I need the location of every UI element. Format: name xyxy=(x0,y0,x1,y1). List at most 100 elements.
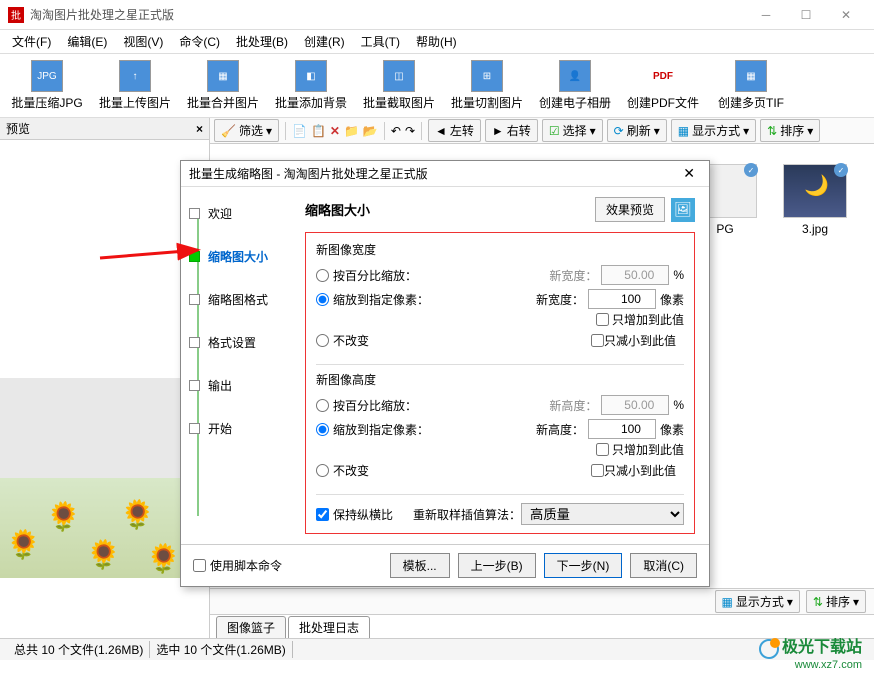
width-percent-unit: % xyxy=(673,268,684,282)
width-percent-input[interactable] xyxy=(601,265,669,285)
wizard-content: 缩略图大小 效果预览 🖼 新图像宽度 按百分比缩放： 新宽度： % xyxy=(291,187,709,544)
tool-icon[interactable]: ↷ xyxy=(405,124,415,138)
tool-merge[interactable]: ▦批量合并图片 xyxy=(182,56,264,115)
view-mode-button[interactable]: ▦ 显示方式 ▾ xyxy=(671,119,756,142)
dialog-footer: 使用脚本命令 模板... 上一步(B) 下一步(N) 取消(C) xyxy=(181,544,709,586)
thumbnail-dialog: 批量生成缩略图 - 淘淘图片批处理之星正式版 ✕ 欢迎 缩略图大小 缩略图格式 … xyxy=(180,160,710,587)
tool-pdf[interactable]: PDF创建PDF文件 xyxy=(622,56,704,115)
next-button[interactable]: 下一步(N) xyxy=(544,553,623,578)
tool-tif[interactable]: ▦创建多页TIF xyxy=(710,56,792,115)
wizard-step-output[interactable]: 输出 xyxy=(189,377,283,394)
app-icon: 批 xyxy=(8,7,24,23)
tool-icon[interactable]: 📂 xyxy=(363,124,378,138)
width-group-title: 新图像宽度 xyxy=(316,241,684,258)
menu-file[interactable]: 文件(F) xyxy=(4,33,59,50)
badge-icon: ✓ xyxy=(834,163,848,177)
height-percent-input[interactable] xyxy=(601,395,669,415)
size-settings-box: 新图像宽度 按百分比缩放： 新宽度： % 缩放到指定像素： 新宽度： 像素 xyxy=(305,232,695,534)
height-group-title: 新图像高度 xyxy=(316,371,684,388)
refresh-button[interactable]: ⟳ 刷新 ▾ xyxy=(607,119,667,142)
height-radio-pixel[interactable]: 缩放到指定像素： xyxy=(316,421,429,438)
resample-select[interactable]: 高质量 xyxy=(521,503,684,525)
menu-create[interactable]: 创建(R) xyxy=(296,33,353,50)
thumbnail-label: PG xyxy=(716,222,733,236)
wizard-step-format-settings[interactable]: 格式设置 xyxy=(189,334,283,351)
close-button[interactable]: ✕ xyxy=(826,1,866,29)
rotate-left-button[interactable]: ◄ 左转 xyxy=(428,119,481,142)
rotate-right-button[interactable]: ► 右转 xyxy=(485,119,538,142)
tab-basket[interactable]: 图像篮子 xyxy=(216,616,286,638)
wizard-nav: 欢迎 缩略图大小 缩略图格式 格式设置 输出 开始 xyxy=(181,187,291,544)
tool-icon[interactable]: 📁 xyxy=(344,124,359,138)
view-mode-button-2[interactable]: ▦ 显示方式 ▾ xyxy=(715,590,800,613)
tool-icon[interactable]: ↶ xyxy=(391,124,401,138)
cancel-button[interactable]: 取消(C) xyxy=(630,553,697,578)
preview-body: 神奇网页图片下载 xyxy=(0,140,209,638)
branding-logo-icon xyxy=(759,639,779,659)
width-only-decrease-checkbox[interactable]: 只减小到此值 xyxy=(591,332,676,349)
badge-icon: ✓ xyxy=(744,163,758,177)
preview-title: 预览 xyxy=(6,120,196,137)
dialog-title: 批量生成缩略图 - 淘淘图片批处理之星正式版 xyxy=(189,165,677,182)
preview-close-icon[interactable]: × xyxy=(196,122,203,136)
template-button[interactable]: 模板... xyxy=(390,553,450,578)
effect-preview-button[interactable]: 效果预览 xyxy=(595,197,665,222)
height-pixel-input[interactable] xyxy=(588,419,656,439)
width-pixel-label: 新宽度： xyxy=(536,291,584,308)
preview-image xyxy=(0,378,180,578)
delete-icon[interactable]: ✕ xyxy=(330,124,340,138)
branding: 极光下载站 www.xz7.com xyxy=(759,633,862,671)
height-only-decrease-checkbox[interactable]: 只减小到此值 xyxy=(591,462,676,479)
menu-view[interactable]: 视图(V) xyxy=(115,33,171,50)
tool-icon[interactable]: 📋 xyxy=(311,124,326,138)
content-toolbar-bottom: ▦ 显示方式 ▾ ⇅ 排序 ▾ xyxy=(210,588,874,614)
tab-log[interactable]: 批处理日志 xyxy=(288,616,370,638)
resample-label: 重新取样插值算法： xyxy=(413,506,521,523)
dialog-close-icon[interactable]: ✕ xyxy=(677,165,701,182)
width-pixel-input[interactable] xyxy=(588,289,656,309)
sort-button-2[interactable]: ⇅ 排序 ▾ xyxy=(806,590,866,613)
height-radio-nochange[interactable]: 不改变 xyxy=(316,462,369,479)
wizard-step-format[interactable]: 缩略图格式 xyxy=(189,291,283,308)
preview-icon[interactable]: 🖼 xyxy=(671,198,695,222)
tool-album[interactable]: 👤创建电子相册 xyxy=(534,56,616,115)
tool-upload[interactable]: ↑批量上传图片 xyxy=(94,56,176,115)
keep-ratio-checkbox[interactable]: 保持纵横比 xyxy=(316,506,393,523)
statusbar: 总共 10 个文件(1.26MB) 选中 10 个文件(1.26MB) xyxy=(0,638,874,660)
filter-button[interactable]: 🧹筛选 ▾ xyxy=(214,119,279,142)
menu-edit[interactable]: 编辑(E) xyxy=(59,33,115,50)
tool-icon[interactable]: 📄 xyxy=(292,124,307,138)
use-script-checkbox[interactable]: 使用脚本命令 xyxy=(193,557,282,574)
width-radio-pixel[interactable]: 缩放到指定像素： xyxy=(316,291,429,308)
sort-button[interactable]: ⇅ 排序 ▾ xyxy=(760,119,820,142)
height-only-increase-checkbox[interactable]: 只增加到此值 xyxy=(596,441,684,458)
minimize-button[interactable]: ─ xyxy=(746,1,786,29)
menu-command[interactable]: 命令(C) xyxy=(171,33,228,50)
wizard-step-start[interactable]: 开始 xyxy=(189,420,283,437)
content-toolbar: 🧹筛选 ▾ 📄 📋 ✕ 📁 📂 ↶ ↷ ◄ 左转 ► 右转 ☑ 选择 ▾ ⟳ 刷… xyxy=(210,118,874,144)
wizard-step-size[interactable]: 缩略图大小 xyxy=(189,248,283,265)
maximize-button[interactable]: ☐ xyxy=(786,1,826,29)
menu-tools[interactable]: 工具(T) xyxy=(353,33,408,50)
height-radio-percent[interactable]: 按百分比缩放： xyxy=(316,397,417,414)
thumbnail-label: 3.jpg xyxy=(802,222,828,236)
wizard-step-welcome[interactable]: 欢迎 xyxy=(189,205,283,222)
width-radio-percent[interactable]: 按百分比缩放： xyxy=(316,267,417,284)
menu-batch[interactable]: 批处理(B) xyxy=(228,33,296,50)
height-group: 新图像高度 按百分比缩放： 新高度： % 缩放到指定像素： 新高度： 像素 xyxy=(316,371,684,482)
select-button[interactable]: ☑ 选择 ▾ xyxy=(542,119,603,142)
height-pixel-label: 新高度： xyxy=(536,421,584,438)
thumbnail-item[interactable]: ✓ 3.jpg xyxy=(780,164,850,236)
menu-help[interactable]: 帮助(H) xyxy=(408,33,465,50)
titlebar: 批 淘淘图片批处理之星正式版 ─ ☐ ✕ xyxy=(0,0,874,30)
width-pixel-unit: 像素 xyxy=(660,291,684,308)
width-group: 新图像宽度 按百分比缩放： 新宽度： % 缩放到指定像素： 新宽度： 像素 xyxy=(316,241,684,352)
tool-split[interactable]: ⊞批量切割图片 xyxy=(446,56,528,115)
tool-compress-jpg[interactable]: JPG批量压缩JPG xyxy=(6,56,88,115)
tool-crop[interactable]: ◫批量截取图片 xyxy=(358,56,440,115)
prev-button[interactable]: 上一步(B) xyxy=(458,553,536,578)
height-pixel-unit: 像素 xyxy=(660,421,684,438)
width-only-increase-checkbox[interactable]: 只增加到此值 xyxy=(596,311,684,328)
width-radio-nochange[interactable]: 不改变 xyxy=(316,332,369,349)
tool-background[interactable]: ◧批量添加背景 xyxy=(270,56,352,115)
